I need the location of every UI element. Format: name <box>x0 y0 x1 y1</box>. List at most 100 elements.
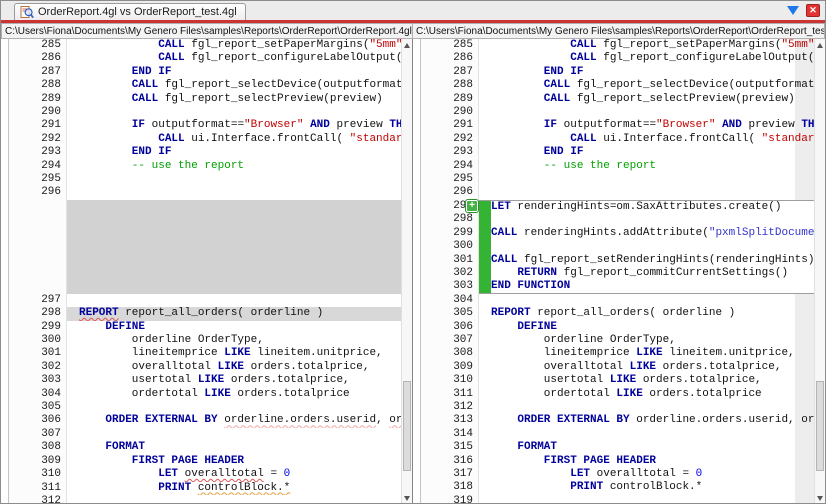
scroll-down-icon[interactable] <box>815 493 825 503</box>
code-line[interactable]: 313 ORDER EXTERNAL BY orderline.orders.u… <box>413 414 825 428</box>
code-line[interactable]: 309 FIRST PAGE HEADER <box>1 454 412 469</box>
code-text: DEFINE <box>79 320 146 333</box>
right-code-pane: 285 CALL fgl_report_setPaperMargins("5mm… <box>413 39 825 503</box>
diff-tab[interactable]: OrderReport.4gl vs OrderReport_test.4gl <box>14 3 246 20</box>
code-line[interactable]: 310 LET overalltotal = 0 <box>1 468 412 482</box>
code-line[interactable]: 291 IF outputformat=="Browser" AND previ… <box>413 119 825 133</box>
code-line[interactable]: 287 END IF <box>1 65 412 80</box>
code-line[interactable]: 307 <box>1 427 412 442</box>
code-line[interactable]: 300 orderline OrderType, <box>1 334 412 348</box>
code-text: overalltotal LIKE orders.totalprice, <box>491 360 782 373</box>
code-line[interactable]: 285 CALL fgl_report_setPaperMargins("5mm… <box>413 39 825 53</box>
marker-margin <box>413 307 421 321</box>
code-line[interactable]: 293 END IF <box>1 146 412 160</box>
code-line[interactable]: 295 <box>413 173 825 187</box>
code-line[interactable]: 296 <box>413 186 825 200</box>
code-line[interactable]: 294 -- use the report <box>413 159 825 174</box>
code-line[interactable]: 302 RETURN fgl_report_commitCurrentSetti… <box>413 266 825 281</box>
code-line[interactable]: 298 <box>413 213 825 227</box>
marker-margin <box>1 427 9 442</box>
code-line[interactable]: 290 <box>413 106 825 120</box>
code-line[interactable]: 295 <box>1 173 412 187</box>
code-line[interactable]: 303 usertotal LIKE orders.totalprice, <box>1 374 412 388</box>
code-line[interactable]: 307 orderline OrderType, <box>413 333 825 348</box>
code-line[interactable]: 306 DEFINE <box>413 320 825 334</box>
right-scrollbar-thumb[interactable] <box>816 381 824 471</box>
close-button[interactable]: ✕ <box>806 4 820 17</box>
change-bar <box>67 106 79 119</box>
code-line[interactable]: 312 <box>413 400 825 415</box>
scroll-up-icon[interactable] <box>402 40 412 51</box>
code-line[interactable]: 298 REPORT report_all_orders( orderline ) <box>1 307 412 321</box>
code-line[interactable]: 288 CALL fgl_report_selectDevice(outputf… <box>413 79 825 93</box>
code-line[interactable]: 301 CALL fgl_report_setRenderingHints(ren… <box>413 253 825 267</box>
code-line[interactable]: 297 LET renderingHints=om.SaxAttributes.c… <box>413 199 825 214</box>
code-line[interactable]: 315 FORMAT <box>413 441 825 455</box>
code-line[interactable]: 310 usertotal LIKE orders.totalprice, <box>413 374 825 388</box>
code-line[interactable]: 317 LET overalltotal = 0 <box>413 468 825 482</box>
diff-panes: 285 CALL fgl_report_setPaperMargins("5mm… <box>1 39 825 503</box>
change-bar <box>67 160 79 173</box>
right-vertical-scrollbar[interactable] <box>814 39 825 503</box>
code-line[interactable]: 297 <box>1 293 412 308</box>
code-line[interactable]: 311 ordertotal LIKE orders.totalprice <box>413 387 825 401</box>
change-bar <box>479 414 491 427</box>
code-line[interactable]: 292 CALL ui.Interface.frontCall( "standa… <box>1 132 412 147</box>
code-line[interactable]: 299 DEFINE <box>1 320 412 335</box>
panel-controls: ✕ <box>787 4 820 17</box>
code-line[interactable]: 286 CALL fgl_report_configureLabelOutput… <box>413 52 825 66</box>
change-bar <box>479 374 491 387</box>
change-bar <box>67 441 79 454</box>
code-line[interactable]: 285 CALL fgl_report_setPaperMargins("5mm… <box>1 39 412 53</box>
code-line[interactable]: 319 <box>413 494 825 503</box>
left-scrollbar-thumb[interactable] <box>403 381 411 471</box>
left-vertical-scrollbar[interactable] <box>401 39 412 503</box>
code-line[interactable]: 309 overalltotal LIKE orders.totalprice, <box>413 360 825 375</box>
code-line[interactable]: 304 ordertotal LIKE orders.totalprice <box>1 387 412 402</box>
code-line[interactable]: 305 <box>1 401 412 415</box>
line-number: 285 <box>9 39 67 53</box>
added-block-icon[interactable]: + <box>466 199 478 212</box>
line-number: 290 <box>421 106 479 120</box>
marker-margin <box>413 92 421 107</box>
code-line[interactable]: 292 CALL ui.Interface.frontCall( "standa… <box>413 132 825 147</box>
code-line[interactable]: 296 <box>1 186 412 200</box>
code-text: orderline OrderType, <box>79 334 264 347</box>
code-line[interactable]: 303 END FUNCTION <box>413 280 825 294</box>
code-line[interactable]: 314 <box>413 427 825 442</box>
change-bar <box>67 401 79 414</box>
scroll-up-icon[interactable] <box>815 40 825 51</box>
code-line[interactable]: 301 lineitemprice LIKE lineitem.unitpric… <box>1 347 412 361</box>
code-line[interactable]: 286 CALL fgl_report_configureLabelOutput… <box>1 52 412 66</box>
code-line[interactable]: 294 -- use the report <box>1 159 412 174</box>
collapse-panel-icon[interactable] <box>787 6 799 15</box>
code-line[interactable]: 308 lineitemprice LIKE lineitem.unitpric… <box>413 347 825 361</box>
line-number: 286 <box>421 52 479 66</box>
change-bar <box>479 334 491 347</box>
code-line[interactable]: 308 FORMAT <box>1 441 412 455</box>
code-line[interactable]: 289 CALL fgl_report_selectPreview(previe… <box>1 92 412 107</box>
code-line[interactable]: 306 ORDER EXTERNAL BY orderline.orders.u… <box>1 414 412 428</box>
code-line[interactable]: 312 <box>1 494 412 503</box>
code-line[interactable]: 288 CALL fgl_report_selectDevice(outputf… <box>1 79 412 93</box>
code-line[interactable]: 287 END IF <box>413 65 825 80</box>
code-line[interactable]: 289 CALL fgl_report_selectPreview(previe… <box>413 92 825 107</box>
code-line[interactable]: 290 <box>1 106 412 120</box>
code-line[interactable]: 299 CALL renderingHints.addAttribute("pxm… <box>413 226 825 241</box>
code-line[interactable]: 293 END IF <box>413 146 825 160</box>
code-text: END IF <box>79 65 172 78</box>
change-bar <box>67 495 79 503</box>
scroll-down-icon[interactable] <box>402 493 412 503</box>
code-line[interactable]: 318 PRINT controlBlock.* <box>413 481 825 495</box>
code-line[interactable]: 311 PRINT controlBlock.* <box>1 481 412 495</box>
change-bar <box>67 173 79 186</box>
code-line[interactable]: 304 <box>413 293 825 308</box>
code-line[interactable]: 305 REPORT report_all_orders( orderline ) <box>413 307 825 321</box>
marker-margin <box>1 468 9 482</box>
code-line[interactable]: 300 <box>413 240 825 254</box>
marker-margin <box>413 454 421 468</box>
code-line[interactable]: 316 FIRST PAGE HEADER <box>413 454 825 468</box>
marker-margin <box>413 65 421 80</box>
code-line[interactable]: 291 IF outputformat=="Browser" AND previ… <box>1 119 412 133</box>
code-line[interactable]: 302 overalltotal LIKE orders.totalprice, <box>1 360 412 375</box>
